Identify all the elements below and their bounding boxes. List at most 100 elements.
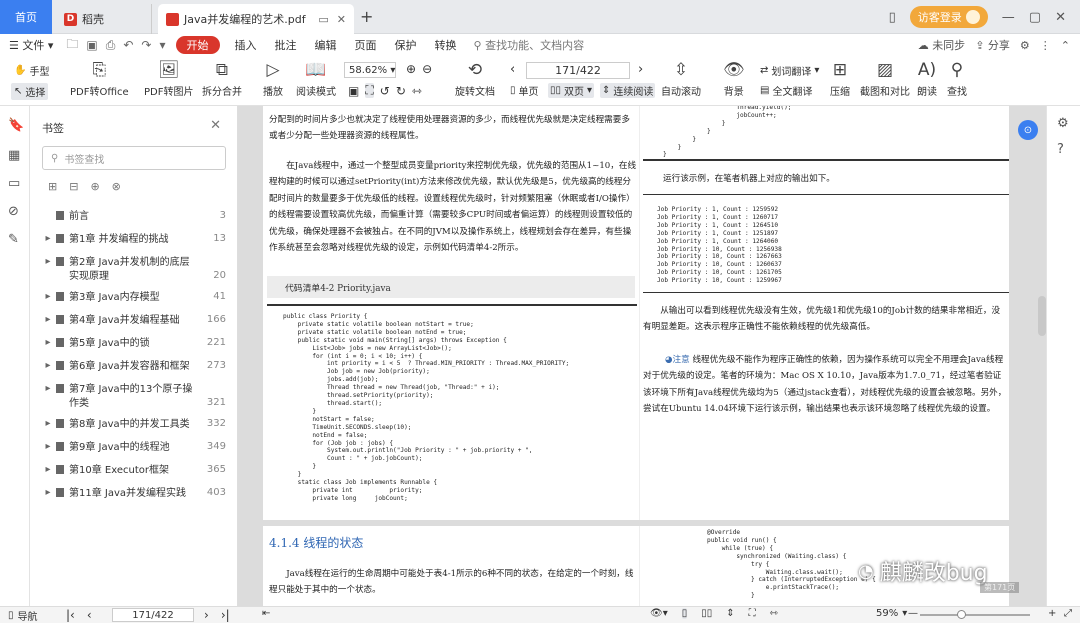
exit-icon[interactable]: ⇤ <box>262 608 270 619</box>
split-merge-button[interactable]: ⧉ 拆分合并 <box>202 61 242 98</box>
pdf-to-office-button[interactable]: ⎘ PDF转Office <box>70 61 129 98</box>
more-icon[interactable]: ⋮ <box>1040 39 1051 52</box>
status-next-page-icon[interactable]: › <box>204 608 209 622</box>
screenshot-compare-button[interactable]: ▨ 截图和对比 <box>860 61 910 98</box>
bookmark-item[interactable]: ▸ 第7章 Java中的13个原子操作类 321 <box>30 383 238 411</box>
collapse-all-icon[interactable]: ⊟ <box>69 180 78 193</box>
bookmark-item[interactable]: ▸ 第3章 Java内存模型 41 <box>30 291 238 305</box>
expand-arrow-icon[interactable]: ▸ <box>42 418 54 432</box>
signature-icon[interactable]: ✎ <box>8 232 19 247</box>
fullscreen-icon[interactable]: ⤢ <box>1064 608 1072 619</box>
open-folder-icon[interactable]: 🗀 <box>62 35 82 56</box>
attachment-icon[interactable]: ⊘ <box>8 204 19 219</box>
actual-size-icon[interactable]: ▣ <box>348 84 359 98</box>
print-icon[interactable]: ⎙ <box>102 38 120 53</box>
expand-arrow-icon[interactable]: ▸ <box>42 337 54 351</box>
first-page-icon[interactable]: |‹ <box>66 608 75 622</box>
tab-popout-icon[interactable]: ▭ <box>318 13 328 26</box>
redo-icon[interactable]: ↷ <box>137 38 155 52</box>
read-aloud-button[interactable]: A) 朗读 <box>917 61 937 98</box>
last-page-icon[interactable]: ›| <box>221 608 230 622</box>
bookmark-item[interactable]: ▸ 第8章 Java中的并发工具类 332 <box>30 418 238 432</box>
expand-arrow-icon[interactable]: ▸ <box>42 441 54 455</box>
document-viewer[interactable]: 分配到的时间片多少也就决定了线程使用处理器资源的多少，而线程优先级就是决定线程需… <box>238 106 1046 606</box>
background-button[interactable]: 👁 背景 <box>723 61 745 98</box>
new-tab-icon[interactable]: + <box>360 7 373 26</box>
expand-arrow-icon[interactable]: ▸ <box>42 360 54 374</box>
zoom-slider-knob[interactable] <box>957 610 966 619</box>
status-double-page-icon[interactable]: ▯▯ <box>701 608 712 619</box>
expand-arrow-icon[interactable]: ▸ <box>42 383 54 411</box>
minimize-icon[interactable]: — <box>1002 10 1015 25</box>
expand-arrow-icon[interactable]: ▸ <box>42 487 54 501</box>
menu-insert[interactable]: 插入 <box>226 34 266 56</box>
double-page-button[interactable]: ▯▯ 双页 ▾ <box>548 83 595 98</box>
auto-scroll-button[interactable]: ⇳ 自动滚动 <box>661 61 701 98</box>
add-bookmark-icon[interactable]: ⊕ <box>90 180 99 193</box>
tab-document[interactable]: Java并发编程的艺术.pdf ▭ ✕ <box>158 4 354 34</box>
rotate-left-icon[interactable]: ↺ <box>380 84 390 98</box>
guest-login-button[interactable]: 访客登录 <box>909 6 988 28</box>
expand-arrow-icon[interactable]: ▸ <box>42 256 54 284</box>
zoom-slider-track[interactable] <box>920 614 1030 616</box>
bookmark-item[interactable]: ▸ 第9章 Java中的线程池 349 <box>30 441 238 455</box>
help-icon[interactable]: ? <box>1057 142 1064 157</box>
select-tool-button[interactable]: ↖ 选择 <box>11 83 49 100</box>
function-search[interactable]: ⚲ 查找功能、文档内容 <box>474 37 585 53</box>
collapse-ribbon-icon[interactable]: ⌃ <box>1061 39 1070 52</box>
word-translate-button[interactable]: ⇄ 划词翻译 ▾ <box>760 63 819 78</box>
maximize-icon[interactable]: ▢ <box>1029 10 1041 25</box>
continuous-read-button[interactable]: ⇕ 连续阅读 <box>600 83 656 98</box>
expand-arrow-icon[interactable]: ▸ <box>42 464 54 478</box>
window-layout-icon[interactable]: ▯ <box>889 10 896 25</box>
expand-arrow-icon[interactable] <box>42 210 54 224</box>
comment-icon[interactable]: ▭ <box>8 176 20 191</box>
bookmark-item[interactable]: ▸ 第6章 Java并发容器和框架 273 <box>30 360 238 374</box>
play-button[interactable]: ▷ 播放 <box>263 61 283 98</box>
sync-status[interactable]: ☁ 未同步 <box>918 37 966 53</box>
status-zoom[interactable]: 59% ▾ <box>876 608 907 619</box>
zoom-out-icon[interactable]: ⊖ <box>422 62 432 76</box>
rotate-right-icon[interactable]: ↻ <box>396 84 406 98</box>
share-button[interactable]: ⇪ 分享 <box>975 37 1010 53</box>
zoom-select[interactable]: 58.62% ▾ <box>344 62 396 78</box>
menu-more-icon[interactable]: ▾ <box>155 38 169 52</box>
status-prev-page-icon[interactable]: ‹ <box>87 608 92 622</box>
bookmark-item[interactable]: 前言 3 <box>30 210 238 224</box>
read-mode-button[interactable]: 📖 阅读模式 <box>296 61 336 98</box>
property-icon[interactable]: ⚙ <box>1057 116 1069 131</box>
menu-convert[interactable]: 转换 <box>426 34 466 56</box>
compress-button[interactable]: ⊞ 压缩 <box>830 61 850 98</box>
find-button[interactable]: ⚲ 查找 <box>947 61 967 98</box>
delete-bookmark-icon[interactable]: ⊗ <box>112 180 121 193</box>
single-page-button[interactable]: ▯ 单页 <box>510 83 539 98</box>
save-icon[interactable]: ▣ <box>82 38 101 52</box>
menu-start[interactable]: 开始 <box>175 36 220 54</box>
status-continuous-icon[interactable]: ⇕ <box>726 608 734 619</box>
bookmark-item[interactable]: ▸ 第10章 Executor框架 365 <box>30 464 238 478</box>
navigation-toggle[interactable]: ▯ 导航 <box>8 608 38 623</box>
menu-edit[interactable]: 编辑 <box>306 34 346 56</box>
expand-arrow-icon[interactable]: ▸ <box>42 314 54 328</box>
status-fit-icon[interactable]: ⛶ <box>749 608 756 619</box>
bookmark-item[interactable]: ▸ 第2章 Java并发机制的底层实现原理 20 <box>30 256 238 284</box>
tab-home[interactable]: 首页 <box>0 0 52 34</box>
menu-annotate[interactable]: 批注 <box>266 34 306 56</box>
expand-all-icon[interactable]: ⊞ <box>48 180 57 193</box>
bookmark-search-input[interactable]: ⚲ 书签查找 <box>42 146 226 170</box>
next-page-icon[interactable]: › <box>638 62 643 77</box>
bookmark-item[interactable]: ▸ 第5章 Java中的锁 221 <box>30 337 238 351</box>
fit-width-icon[interactable]: ⇿ <box>412 84 422 98</box>
fit-page-icon[interactable]: ⛶ <box>365 83 374 98</box>
eye-protect-icon[interactable]: 👁▾ <box>650 608 668 619</box>
pdf-to-image-button[interactable]: 🖼 PDF转图片 <box>144 61 193 98</box>
bookmark-item[interactable]: ▸ 第4章 Java并发编程基础 166 <box>30 314 238 328</box>
status-single-page-icon[interactable]: ▯ <box>681 608 688 619</box>
bookmark-item[interactable]: ▸ 第11章 Java并发编程实践 403 <box>30 487 238 501</box>
menu-page[interactable]: 页面 <box>346 34 386 56</box>
tab-docer[interactable]: D 稻壳 <box>56 4 152 34</box>
floating-assistant-icon[interactable]: ⊙ <box>1018 120 1038 140</box>
tab-close-icon[interactable]: ✕ <box>337 13 346 26</box>
close-window-icon[interactable]: ✕ <box>1055 10 1066 25</box>
status-fit-width-icon[interactable]: ⇿ <box>770 608 778 619</box>
